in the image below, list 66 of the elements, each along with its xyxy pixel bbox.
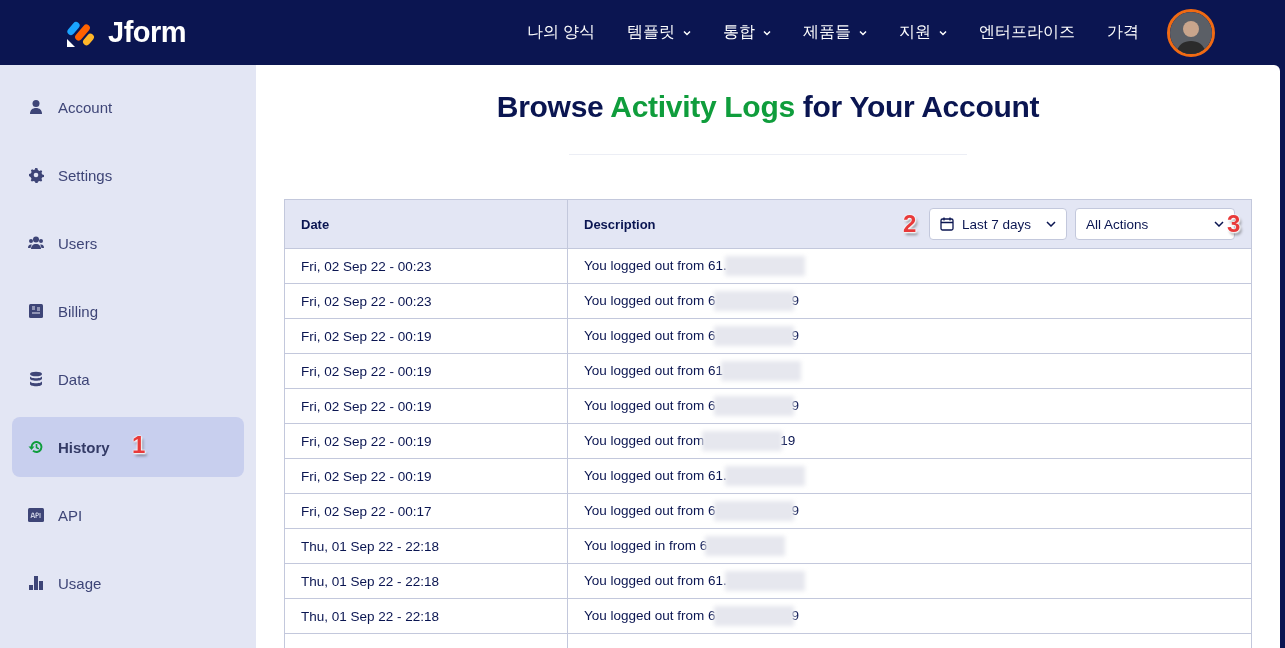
- column-header: Date: [284, 199, 568, 249]
- date-cell: Fri, 02 Sep 22 - 00:19: [284, 423, 568, 459]
- date-cell: Fri, 02 Sep 22 - 00:23: [284, 283, 568, 319]
- chevron-down-icon: [939, 29, 947, 36]
- date-cell: Fri, 02 Sep 22 - 00:23: [284, 248, 568, 284]
- brand-name[interactable]: Jform: [108, 16, 187, 49]
- description-text: 19: [780, 432, 796, 448]
- nav-link[interactable]: 가격: [1091, 22, 1155, 43]
- users-icon: [28, 235, 44, 251]
- sidebar-item[interactable]: Usage: [12, 553, 244, 613]
- invoice-icon: [28, 303, 44, 319]
- sidebar-item[interactable]: Account: [12, 77, 244, 137]
- description-text: You logged out from 61.: [584, 257, 727, 273]
- chevron-down-icon: [1046, 221, 1056, 227]
- date-cell: Fri, 02 Sep 22 - 00:19: [284, 318, 568, 354]
- sidebar-item[interactable]: API: [12, 485, 244, 545]
- sidebar-item[interactable]: Billing: [12, 281, 244, 341]
- api-icon: [28, 507, 44, 523]
- date-cell: Fri, 02 Sep 22 - 00:19: [284, 458, 568, 494]
- description-text: 9: [791, 292, 800, 308]
- date-cell: Fri, 02 Sep 22 - 00:19: [284, 388, 568, 424]
- sidebar-item[interactable]: History 1: [12, 417, 244, 477]
- chevron-down-icon: [763, 29, 771, 36]
- date-cell: Thu, 01 Sep 22 - 22:18: [284, 563, 568, 599]
- description-text: You logged out from 61.: [584, 572, 727, 588]
- database-icon: [28, 371, 44, 387]
- sidebar-item[interactable]: Users: [12, 213, 244, 273]
- nav-link[interactable]: 템플릿: [611, 22, 707, 43]
- description-text: 9: [791, 397, 800, 413]
- description-text: You logged out from 6: [584, 502, 716, 518]
- step-number: 2: [903, 212, 917, 236]
- nav-link[interactable]: 지원: [883, 22, 963, 43]
- description-text: You logged out from 6: [584, 327, 716, 343]
- nav-link[interactable]: 나의 양식: [510, 22, 611, 43]
- chevron-down-icon: [683, 29, 691, 36]
- description-text: You logged out from 6: [584, 397, 716, 413]
- nav-link[interactable]: 엔터프라이즈: [963, 22, 1091, 43]
- description-text: You logged out from: [584, 432, 705, 448]
- nav-link[interactable]: 제품들: [787, 22, 883, 43]
- calendar-icon: [940, 217, 954, 231]
- page-title: Browse Activity Logs for Your Account: [495, 89, 1041, 125]
- step-number: 1: [132, 433, 146, 457]
- chevron-down-icon: [859, 29, 867, 36]
- sidebar-item[interactable]: Settings: [12, 145, 244, 205]
- person-icon: [28, 99, 44, 115]
- date-cell: Fri, 02 Sep 22 - 00:17: [284, 493, 568, 529]
- nav-link[interactable]: 통합: [707, 22, 787, 43]
- date-cell: Thu, 01 Sep 22 - 22:18: [284, 528, 568, 564]
- date-range-dropdown[interactable]: Last 7 days: [929, 208, 1067, 240]
- settings-icon: [28, 167, 44, 183]
- description-text: You logged out from 6: [584, 607, 716, 623]
- date-cell: Thu, 01 Sep 22 - 22:18: [284, 598, 568, 634]
- avatar[interactable]: [1167, 8, 1215, 57]
- column-header: Description: [584, 216, 656, 232]
- description-text: You logged out from 6: [584, 292, 716, 308]
- description-text: You logged in from 6: [584, 537, 708, 553]
- description-text: 9: [791, 607, 800, 623]
- bar-chart-icon: [28, 575, 44, 591]
- description-text: You logged out from 61.: [584, 467, 727, 483]
- description-text: You logged out from 61: [584, 362, 724, 378]
- description-text: 9: [791, 502, 800, 518]
- description-text: 9: [791, 327, 800, 343]
- sidebar-item[interactable]: Data: [12, 349, 244, 409]
- chevron-down-icon: [1214, 221, 1224, 227]
- date-cell: Fri, 02 Sep 22 - 00:19: [284, 353, 568, 389]
- history-icon: [28, 439, 44, 455]
